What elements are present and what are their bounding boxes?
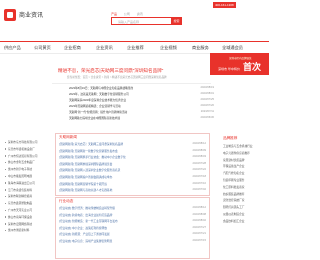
nav-item-services[interactable]: 商业服务: [192, 45, 209, 51]
list-item[interactable]: [天助网新闻] 天助网入选深圳企业数字化服务商名录 2023/07/22: [56, 168, 209, 175]
bullet-icon: [5, 168, 7, 171]
industry-box-title: 行业动态: [59, 199, 74, 203]
list-item[interactable]: 纺织服装品牌推荐: [223, 192, 269, 199]
side-recommend: 品牌推荐 工业制造与五金机械行业 电子元器件供应商推荐 家居建材优质品牌 环保设…: [223, 136, 269, 226]
list-item[interactable]: [天助网新闻] 天助网新一轮数字化营销服务发布会 2023/08/09: [56, 149, 209, 156]
list-item[interactable]: [天助网新闻] 荣光启芯！天助网三度问鼎深圳知名品牌 2023/08/12: [56, 142, 209, 149]
list-item[interactable]: 仪器仪表制造企业: [223, 212, 269, 219]
list-item[interactable]: 东莞市鑫源塑胶制品: [5, 201, 53, 208]
list-item[interactable]: 工业制造与五金机械行业: [223, 144, 269, 151]
brand-name[interactable]: 商业资讯: [19, 10, 43, 19]
bullet-icon: [5, 175, 7, 177]
top-bar: 商业资讯 400-161-1308 产品 公司 资讯 请输入产品名称 搜索: [0, 0, 269, 38]
list-item[interactable]: [行业动态] 中小企业：政策红利持续释放 2023/07/27: [56, 226, 209, 233]
list-item[interactable]: [行业动态] 跨境电商：出海企业如何打造品牌 2023/08/08: [56, 213, 209, 220]
list-item[interactable]: 佛山市南海环保设备: [5, 215, 53, 222]
list-item[interactable]: 安防监控系统厂家: [223, 198, 269, 205]
bullet-icon: [5, 229, 7, 232]
search-tab-news[interactable]: 资讯: [137, 12, 143, 16]
bullet-icon: [5, 209, 7, 211]
bullet-icon: [5, 182, 7, 184]
list-item[interactable]: 化工原料批发商家: [223, 185, 269, 192]
list-item[interactable]: [天助网新闻] 天助网营销学院第十期开班 2023/07/10: [56, 182, 209, 189]
list-item[interactable]: 食品饮料加工企业: [223, 219, 269, 226]
nav-item-companies[interactable]: 公司黄页: [34, 45, 51, 51]
ad-banner[interactable]: 深圳市区内品牌展览 首次 深圳市 华中特价: [210, 53, 269, 75]
list-item[interactable]: 深圳市联创精密模具: [5, 194, 53, 201]
list-item[interactable]: [天助网新闻] 天助网参展深圳国际品牌展览会 2023/07/28: [56, 162, 209, 169]
phone-badge: 400-161-1308: [213, 2, 236, 8]
search-placeholder: 请输入产品名称: [118, 19, 140, 24]
news-box-title: 天助网新闻: [59, 135, 77, 139]
list-item[interactable]: 汽配汽修知名企业: [223, 171, 269, 178]
breadcrumb: 您当前位置：首页 > 企业资讯 > 新闻 > 精进不怠荣光启芯天助网三度问鼎深圳…: [67, 76, 167, 79]
nav-item-products[interactable]: 供应产品: [4, 45, 21, 51]
list-item[interactable]: 东莞市华盛机械设备厂: [5, 147, 53, 154]
bullet-icon: [5, 202, 7, 205]
list-item[interactable]: 中山市顺发照明电器: [5, 174, 53, 181]
bullet-icon: [5, 223, 7, 225]
article-title: 精进不怠，荣光启芯|天助网三度问鼎“深圳知名品牌”: [58, 68, 164, 73]
list-item[interactable]: 深圳市宏图网络科技: [5, 222, 53, 229]
banner-big-text: 首次: [243, 62, 262, 72]
list-item[interactable]: [天助网新闻] 天助网携手行业协会：推动中小企业数字化 2023/08/03: [56, 155, 209, 162]
bullet-icon: [5, 155, 7, 157]
side-title: 品牌推荐: [223, 136, 238, 140]
list-item[interactable]: [行业动态] 电子信息：深圳产业集群优势明显 2023/07/15: [56, 239, 209, 246]
list-item[interactable]: 佛山市金利五金制品厂: [5, 160, 53, 167]
search-tab-company[interactable]: 公司: [124, 12, 130, 16]
list-item[interactable]: 惠州市博远新材料: [5, 228, 53, 235]
nav-item-investment[interactable]: 企业招商: [64, 45, 81, 51]
bullet-icon: [5, 141, 7, 143]
list-item[interactable]: [行业动态] 新能源：产业链上下游协同发展 2023/07/21: [56, 232, 209, 239]
nav-item-membership[interactable]: 全域通会员: [222, 45, 243, 51]
nav-item-recommend[interactable]: 企业推荐: [127, 45, 144, 51]
list-item[interactable]: [行业动态] 数字经济：推动传统制造业转型升级 2023/08/12: [56, 206, 209, 213]
list-item[interactable]: 照明灯具源头工厂: [223, 205, 269, 212]
bullet-icon: [5, 148, 7, 150]
list-item[interactable]: 电子元器件供应商推荐: [223, 151, 269, 158]
list-item[interactable]: 家居建材优质品牌: [223, 158, 269, 165]
bullet-icon: [5, 189, 7, 191]
industry-box: 行业动态 [行业动态] 数字经济：推动传统制造业转型升级 2023/08/12 […: [55, 197, 210, 259]
bullet-icon: [5, 216, 7, 218]
list-item[interactable]: 惠州市新宇电子科技: [5, 167, 53, 174]
list-item[interactable]: 深圳市东方科技有限公司: [5, 140, 53, 147]
list-item[interactable]: 包装印刷专业服务: [223, 178, 269, 185]
top-news-list: 2023年8月19日：天助网与中国企业知名品牌战略签约 2023/08/19 20…: [69, 86, 214, 122]
search-input[interactable]: 请输入产品名称 搜索: [111, 17, 182, 25]
bullet-icon: [5, 161, 7, 164]
bullet-icon: [5, 195, 7, 198]
left-company-list: 深圳市东方科技有限公司 东莞市华盛机械设备厂 广州市恒达贸易有限公司 佛山市金利…: [5, 140, 53, 235]
list-item[interactable]: 天助网助力深圳企业在中国国际高新技术展 2023/06/30: [69, 116, 214, 122]
search-tabs: 产品 公司 资讯: [111, 12, 149, 16]
list-item[interactable]: 广州市恒达贸易有限公司: [5, 154, 53, 161]
list-item[interactable]: 珠海市海联进出口公司: [5, 181, 53, 188]
logo-icon[interactable]: [4, 9, 16, 21]
divider: [52, 83, 211, 84]
search-tab-product[interactable]: 产品: [111, 12, 117, 16]
search-button[interactable]: 搜索: [171, 17, 182, 25]
list-item[interactable]: [行业动态] 智能制造：新一代工业互联网平台发布 2023/08/02: [56, 219, 209, 226]
nav-item-video[interactable]: 企业视频: [160, 45, 177, 51]
list-item[interactable]: 江门市永盛包装材料: [5, 188, 53, 195]
news-box: 天助网新闻 [天助网新闻] 荣光启芯！天助网三度问鼎深圳知名品牌 2023/08/…: [55, 133, 210, 196]
nav-item-news[interactable]: 企业资讯: [96, 45, 113, 51]
banner-line2: 深圳市 华中特价: [218, 67, 240, 71]
list-item[interactable]: 环保设备生产企业: [223, 164, 269, 171]
list-item[interactable]: 广州市天河实业公司: [5, 208, 53, 215]
list-item[interactable]: [天助网新闻] 天助网客户答谢会圆满成功举办 2023/07/18: [56, 175, 209, 182]
list-item[interactable]: [天助网新闻] 天助网与高校共建人才实践基地 2023/07/02: [56, 188, 209, 195]
